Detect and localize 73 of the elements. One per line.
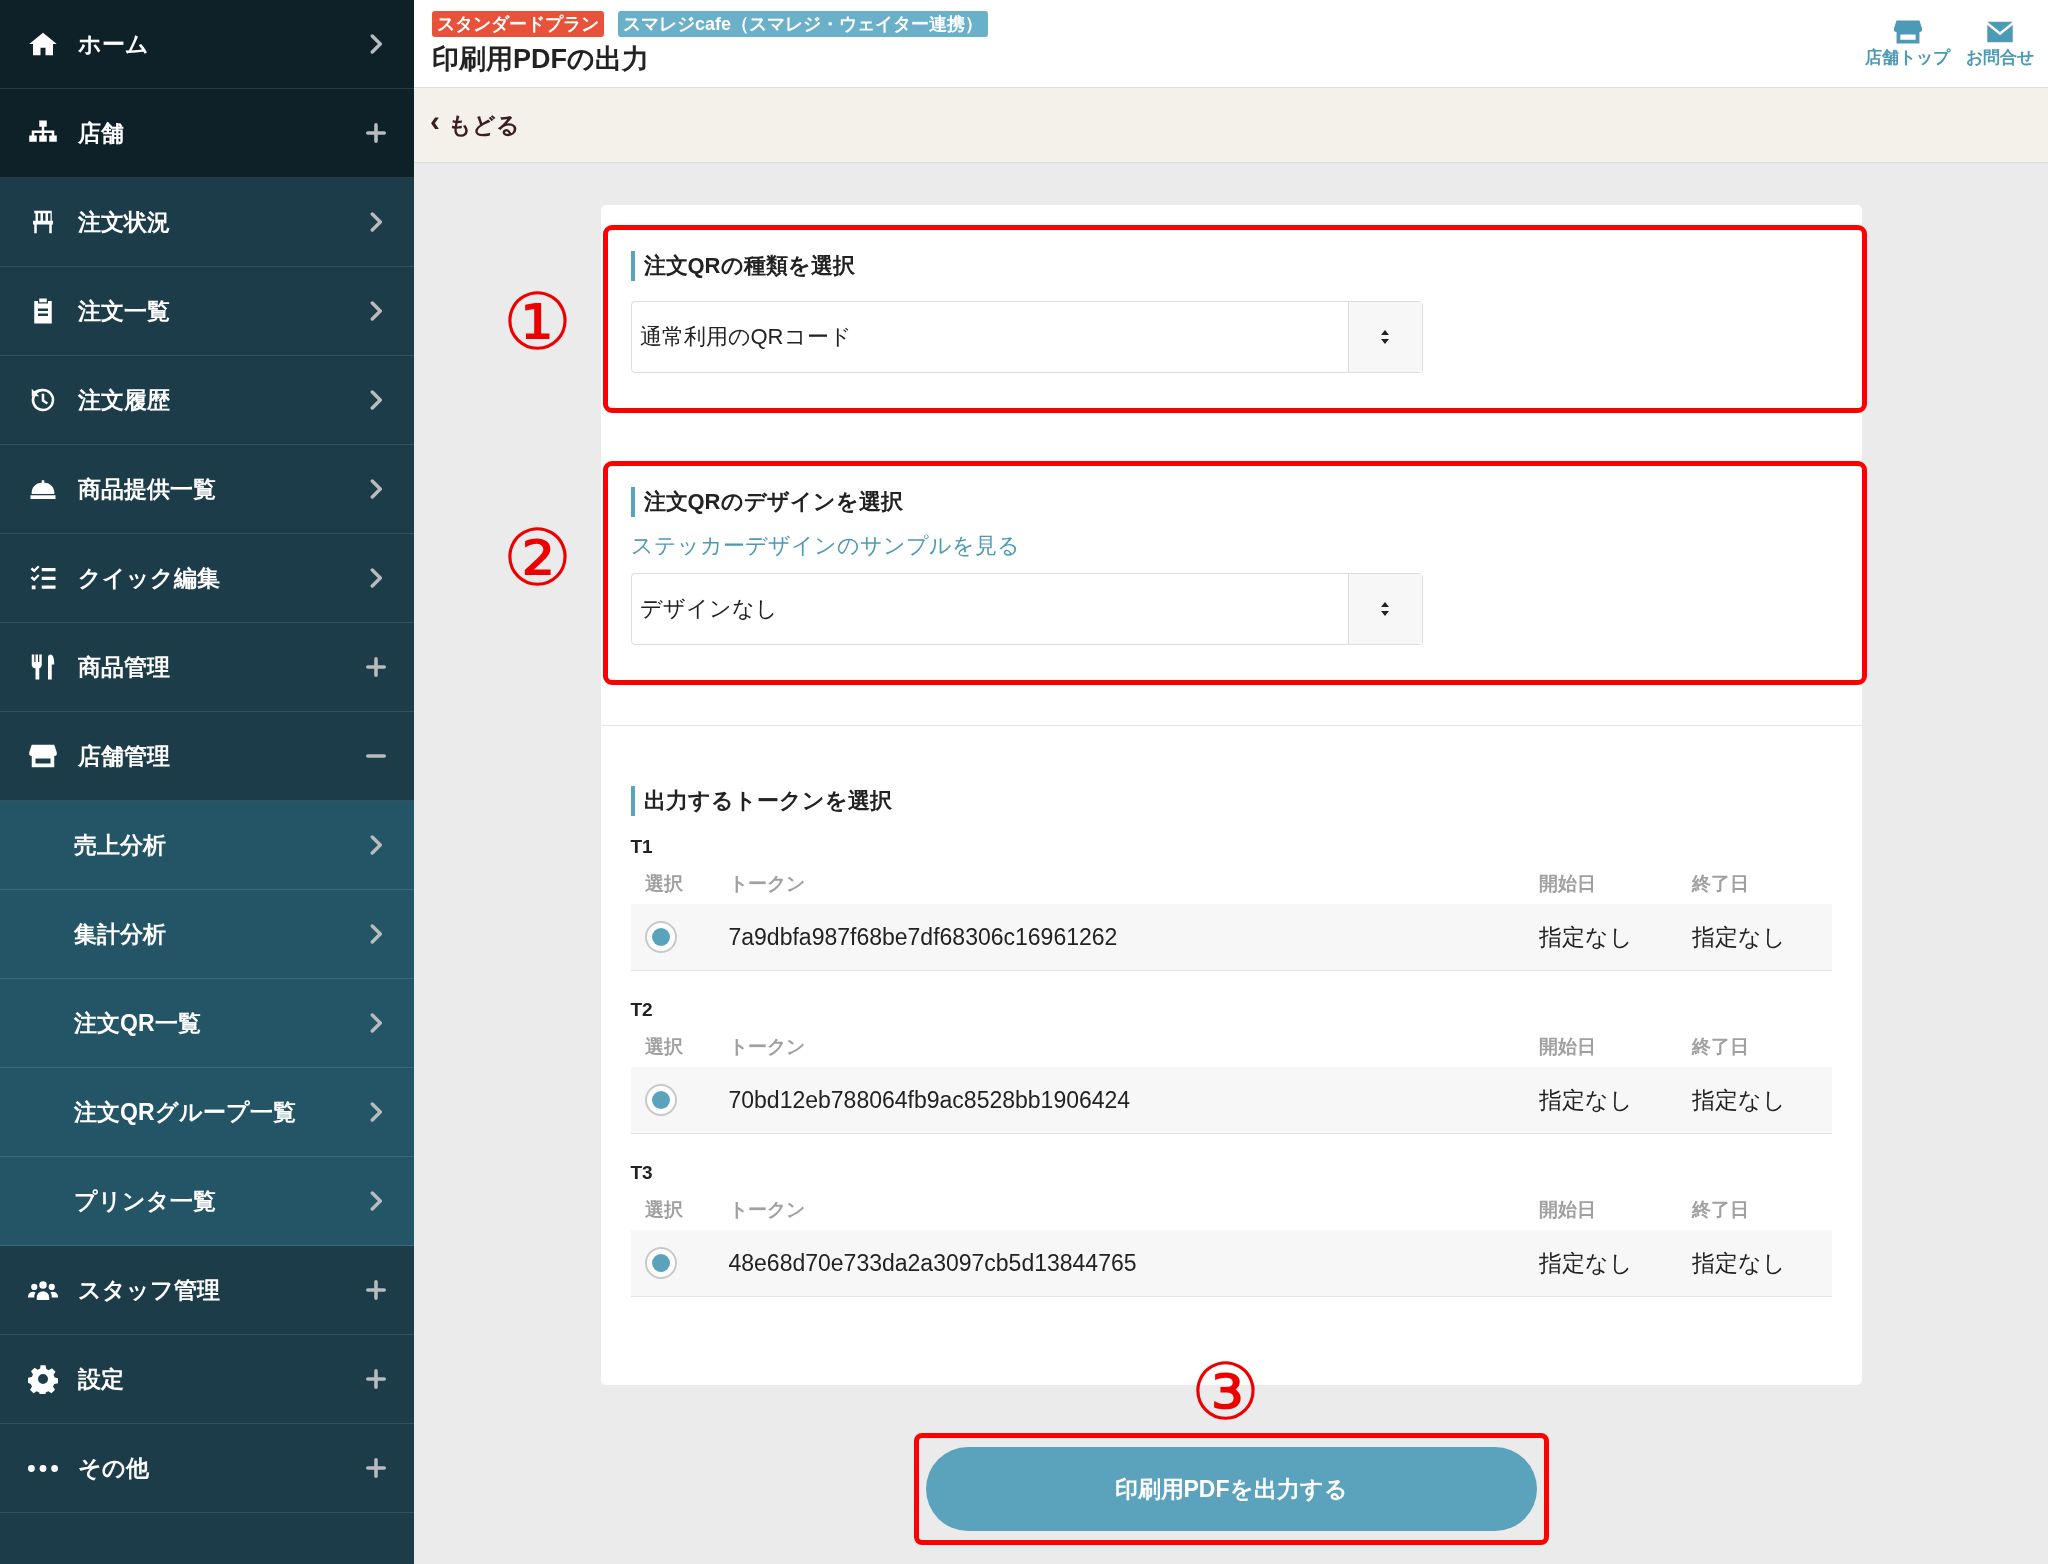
table-cell-text: 指定なし (1538, 1248, 1634, 1278)
column-header: トークン (728, 872, 806, 896)
step-marker: ③ (1190, 1353, 1261, 1431)
radio-button[interactable] (644, 921, 677, 953)
table-cell-text: 指定なし (1691, 922, 1787, 952)
plus-icon (366, 1458, 386, 1478)
plus-icon (366, 1369, 386, 1389)
chevron-right-icon (370, 1013, 382, 1033)
sidebar-item[interactable]: 商品管理 (0, 623, 414, 712)
sidebar-item[interactable]: 設定 (0, 1335, 414, 1424)
chevron-right-icon (370, 1191, 382, 1211)
column-header: 終了日 (1691, 872, 1750, 896)
token-cell-text: 7a9dbfa987f68be7df68306c16961262 (728, 923, 1119, 951)
sidebar-item[interactable]: スタッフ管理 (0, 1246, 414, 1335)
radio-button[interactable] (644, 1247, 677, 1279)
sort-arrows-icon (1380, 329, 1390, 345)
chevron-right-icon (370, 924, 382, 944)
section-title: 注文QRのデザインを選択 (630, 487, 1832, 517)
table-cell-text: 指定なし (1538, 922, 1634, 952)
chevron-right-icon (370, 568, 382, 588)
gear-icon (28, 1364, 58, 1394)
chevron-right-icon (370, 1102, 382, 1122)
sidebar-subitem[interactable]: 注文QR一覧 (0, 979, 414, 1068)
column-header: トークン (728, 1035, 806, 1059)
sidebar-subitem[interactable]: 売上分析 (0, 801, 414, 890)
column-header: 開始日 (1538, 1198, 1597, 1222)
chevron-right-icon (370, 301, 382, 321)
chevron-right-icon (370, 390, 382, 410)
section-title: 出力するトークンを選択 (630, 786, 1832, 816)
column-header: 選択 (644, 1198, 684, 1222)
plus-icon (366, 1280, 386, 1300)
select-field[interactable]: デザインなし (630, 573, 1423, 645)
chevron-right-icon (370, 835, 382, 855)
radio-button[interactable] (644, 1084, 677, 1116)
sidebar-subitem[interactable]: 集計分析 (0, 890, 414, 979)
chevron-right-icon (370, 212, 382, 232)
token-cell-text: 48e68d70e733da2a3097cb5d13844765 (728, 1249, 1138, 1277)
sidebar-item[interactable]: 注文一覧 (0, 267, 414, 356)
token-group-label: T3 (630, 1162, 654, 1184)
table-cell-text: 指定なし (1538, 1085, 1634, 1115)
plus-icon (366, 657, 386, 677)
minus-icon (366, 754, 386, 758)
plan-badge: スマレジcafe（スマレジ・ウェイター連携） (618, 10, 989, 37)
sort-arrows-icon (1380, 601, 1390, 617)
sidebar-item[interactable]: ホーム (0, 0, 414, 89)
column-header: 選択 (644, 872, 684, 896)
chevron-right-icon (370, 34, 382, 54)
token-group-label: T1 (630, 836, 654, 858)
section-title: 注文QRの種類を選択 (630, 251, 1832, 281)
plan-badge: スタンダードプラン (432, 10, 604, 37)
sidebar-subitem[interactable]: プリンタ一覧 (0, 1157, 414, 1246)
back-link[interactable]: ‹ もどる (430, 109, 520, 141)
page-title: 印刷用PDFの出力 (432, 42, 650, 76)
column-header: 終了日 (1691, 1035, 1750, 1059)
dots-icon (28, 1464, 58, 1472)
select-field[interactable]: 通常利用のQRコード (630, 301, 1423, 373)
column-header: 開始日 (1538, 1035, 1597, 1059)
column-header: 終了日 (1691, 1198, 1750, 1222)
sidebar-subitem[interactable]: 注文QRグループ一覧 (0, 1068, 414, 1157)
table-cell-text: 指定なし (1691, 1248, 1787, 1278)
column-header: 開始日 (1538, 872, 1597, 896)
sidebar-item[interactable]: 商品提供一覧 (0, 445, 414, 534)
chevron-right-icon (370, 479, 382, 499)
sidebar-item[interactable]: 店舗 (0, 89, 414, 178)
store-icon (1891, 18, 1924, 46)
table-cell-text: 指定なし (1691, 1085, 1787, 1115)
step-marker: ② (502, 519, 573, 597)
column-header: 選択 (644, 1035, 684, 1059)
plus-icon (366, 123, 386, 143)
step-marker: ① (502, 283, 573, 361)
token-cell-text: 70bd12eb788064fb9ac8528bb1906424 (728, 1086, 1132, 1114)
column-header: トークン (728, 1198, 806, 1222)
token-group-label: T2 (630, 999, 654, 1021)
